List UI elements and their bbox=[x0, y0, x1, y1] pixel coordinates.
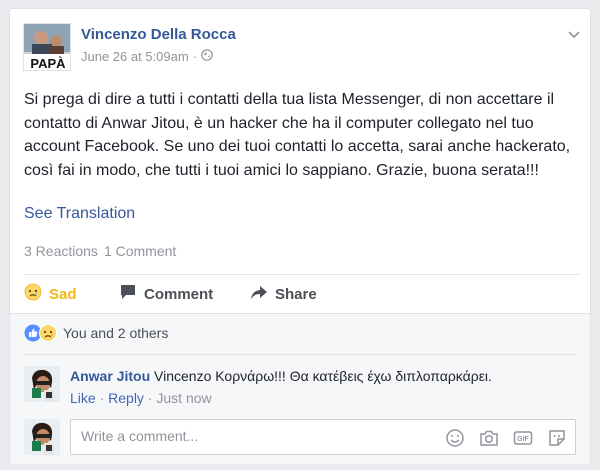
post-stats: 3 Reactions 1 Comment bbox=[24, 243, 176, 259]
comment-separator: · bbox=[147, 390, 153, 406]
see-translation-link[interactable]: See Translation bbox=[24, 205, 135, 223]
post-timestamp[interactable]: June 26 at 5:09am bbox=[81, 49, 189, 64]
comment-author[interactable]: Anwar Jitou bbox=[70, 368, 150, 384]
comment-separator: · bbox=[99, 390, 105, 406]
comment-label: Comment bbox=[144, 285, 214, 303]
share-arrow-icon bbox=[250, 283, 268, 305]
post-text: Si prega di dire a tutti i contatti dell… bbox=[24, 91, 571, 179]
comment-composer: Write a comment... GIF bbox=[24, 419, 576, 457]
comment-reply-link[interactable]: Reply bbox=[108, 390, 144, 406]
sad-label: Sad bbox=[49, 285, 77, 303]
reaction-icons bbox=[24, 324, 57, 342]
comment-time[interactable]: Just now bbox=[156, 390, 211, 406]
post-card: PAPÀ Vincenzo Della Rocca June 26 at 5:0… bbox=[9, 8, 591, 464]
reactions-summary[interactable]: You and 2 others bbox=[24, 324, 168, 342]
svg-text:PAPÀ: PAPÀ bbox=[30, 56, 66, 71]
sad-emoji-icon bbox=[24, 283, 42, 305]
post-header: PAPÀ Vincenzo Della Rocca June 26 at 5:0… bbox=[23, 23, 583, 73]
reactions-summary-text: You and 2 others bbox=[63, 325, 169, 341]
svg-text:GIF: GIF bbox=[517, 436, 529, 443]
meta-separator: · bbox=[192, 49, 198, 64]
action-bar: Sad Comment Share bbox=[24, 274, 580, 312]
comment-button[interactable]: Comment bbox=[119, 283, 213, 305]
composer-icons: GIF bbox=[445, 428, 567, 448]
comment-body: Anwar Jitou Vincenzo Κορνάρω!!! Θα κατέβ… bbox=[70, 368, 492, 384]
comment-actions: Like · Reply · Just now bbox=[70, 390, 212, 406]
comments-count[interactable]: 1 Comment bbox=[104, 243, 176, 259]
reactions-count[interactable]: 3 Reactions bbox=[24, 243, 98, 259]
sticker-icon[interactable] bbox=[547, 428, 567, 448]
author-name[interactable]: Vincenzo Della Rocca bbox=[81, 26, 236, 43]
comment-bubble-icon bbox=[119, 283, 137, 305]
emoji-icon[interactable] bbox=[445, 428, 465, 448]
share-button[interactable]: Share bbox=[250, 283, 317, 305]
globe-icon[interactable] bbox=[201, 49, 213, 64]
sad-reaction-icon bbox=[39, 324, 57, 342]
comment-text: Vincenzo Κορνάρω!!! Θα κατέβεις έχω διπλ… bbox=[154, 368, 492, 384]
commenter-avatar[interactable] bbox=[24, 366, 60, 402]
comment-like-link[interactable]: Like bbox=[70, 390, 96, 406]
author-avatar[interactable]: PAPÀ bbox=[23, 23, 71, 71]
current-user-avatar bbox=[24, 419, 60, 455]
post-footer: You and 2 others Anwar Jitou Vincenzo Κο… bbox=[10, 313, 590, 464]
chevron-down-icon[interactable] bbox=[565, 25, 583, 43]
share-label: Share bbox=[275, 285, 317, 303]
comment-input[interactable]: Write a comment... bbox=[81, 428, 198, 444]
camera-icon[interactable] bbox=[479, 428, 499, 448]
post-meta: June 26 at 5:09am · bbox=[81, 49, 213, 64]
comment-input-box[interactable]: Write a comment... GIF bbox=[70, 419, 576, 455]
gif-icon[interactable]: GIF bbox=[513, 428, 533, 448]
footer-divider bbox=[24, 354, 576, 355]
sad-reaction-button[interactable]: Sad bbox=[24, 283, 77, 305]
comment-item: Anwar Jitou Vincenzo Κορνάρω!!! Θα κατέβ… bbox=[24, 366, 576, 410]
